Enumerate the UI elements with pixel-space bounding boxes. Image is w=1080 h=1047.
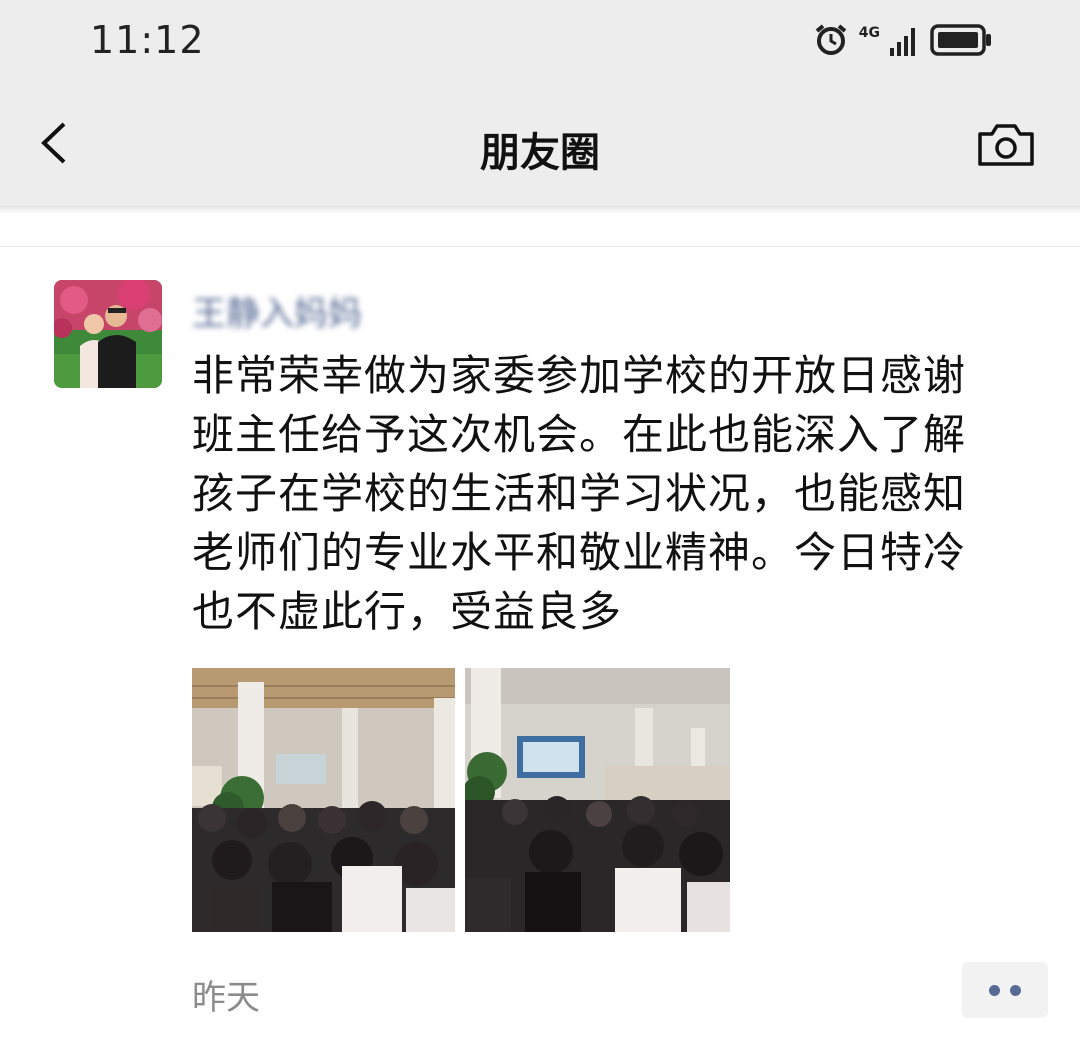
page-title: 朋友圈 [480,130,600,176]
camera-icon[interactable] [976,122,1036,168]
status-bar: 11:12 4G [0,0,1080,84]
signal-icon [890,28,915,56]
battery-icon [930,24,991,56]
nav-shadow [0,206,1080,214]
avatar[interactable] [54,280,162,388]
post-text: 非常荣幸做为家委参加学校的开放日感谢 班主任给予这次机会。在此也能深入了解 孩子… [192,351,967,636]
status-icons: 4G [813,20,992,60]
post-author[interactable]: 王静入妈妈 [192,286,362,335]
post-photo-2[interactable] [465,668,730,932]
nav-bar: 朋友圈 [0,84,1080,206]
divider [0,246,1080,247]
network-label: 4G [858,25,880,41]
more-dots-icon-2 [1010,985,1021,996]
more-dots-icon [989,985,1000,996]
post-timestamp: 昨天 [192,978,260,1018]
more-button[interactable] [962,962,1048,1018]
post-photo-1[interactable] [192,668,455,932]
alarm-icon [815,24,847,55]
status-time: 11:12 [90,18,205,62]
